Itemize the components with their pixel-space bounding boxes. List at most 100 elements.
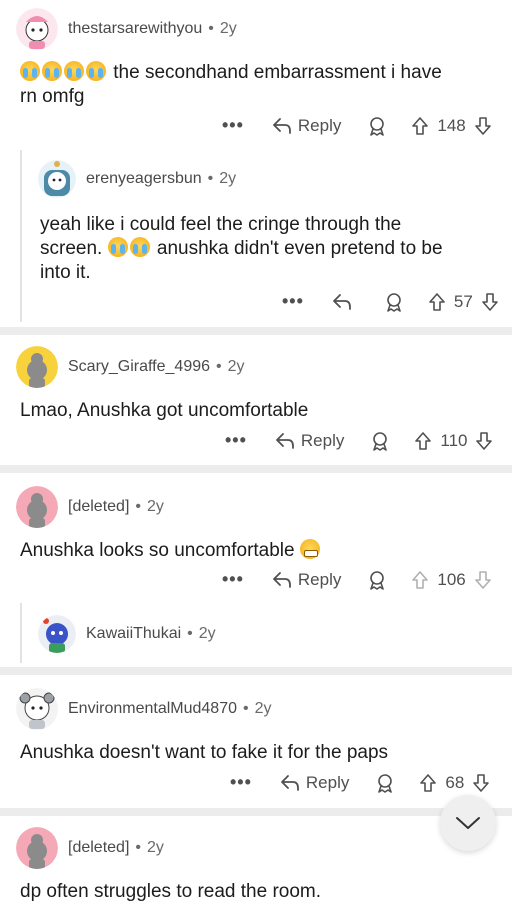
downvote-icon[interactable] (474, 570, 492, 590)
comment-body: yeah like i could feel the cringe throug… (40, 213, 500, 285)
reply-label: Reply (300, 430, 345, 450)
timestamp: 2y (147, 498, 164, 515)
award-icon (378, 773, 393, 793)
comment-header[interactable]: KawaiiThukai • 2y (38, 615, 216, 653)
more-options-button[interactable]: ••• (230, 772, 252, 793)
more-options-button[interactable]: ••• (222, 569, 244, 590)
avatar[interactable] (38, 160, 76, 198)
award-button[interactable] (370, 431, 390, 451)
vote-count: 57 (453, 291, 473, 311)
thread-separator (0, 667, 512, 675)
scroll-next-button[interactable] (440, 795, 496, 851)
avatar[interactable] (16, 486, 58, 528)
username[interactable]: EnvironmentalMud4870 (68, 700, 237, 718)
vote-control: 57 (428, 292, 499, 312)
username[interactable]: Scary_Giraffe_4996 (68, 358, 210, 376)
separator-dot: • (216, 358, 222, 375)
crying-emoji-icon (129, 237, 150, 257)
upvote-icon[interactable] (411, 570, 429, 590)
comment-text: anushka didn't even pretend to be (156, 238, 443, 259)
crying-emoji-icon (42, 61, 62, 81)
comment-text: into it. (40, 262, 91, 283)
grimace-emoji-icon (299, 539, 320, 559)
comment-actions: ••• Reply 148 (222, 115, 492, 136)
separator-dot: • (207, 170, 214, 187)
timestamp: 2y (147, 839, 164, 856)
separator-dot: • (208, 20, 214, 37)
downvote-icon[interactable] (475, 431, 493, 451)
more-options-button[interactable]: ••• (225, 430, 247, 451)
crying-emoji-icon (86, 61, 106, 81)
thread-line[interactable] (20, 603, 22, 663)
comment-text: yeah like i could feel the cringe throug… (40, 214, 402, 235)
downvote-icon[interactable] (474, 116, 492, 136)
award-icon (373, 431, 388, 451)
comment-body: Anushka looks so uncomfortable (20, 539, 500, 563)
username[interactable]: thestarsarewithyou (68, 20, 202, 38)
comment-text: Lmao, Anushka got uncomfortable (20, 400, 309, 421)
vote-control: 106 (411, 570, 491, 590)
crying-emoji-icon (107, 237, 128, 257)
reply-label: Reply (305, 772, 350, 792)
chevron-down-icon (456, 817, 480, 829)
reply-button[interactable]: Reply (272, 570, 341, 590)
avatar[interactable] (16, 8, 58, 50)
timestamp: 2y (198, 625, 216, 642)
avatar[interactable] (16, 346, 58, 388)
comment-header: erenyeagersbun • 2y (38, 160, 236, 198)
downvote-icon[interactable] (481, 292, 499, 312)
upvote-icon[interactable] (411, 116, 429, 136)
vote-count: 148 (437, 115, 466, 135)
avatar[interactable] (38, 615, 76, 653)
downvote-icon[interactable] (472, 773, 490, 793)
separator-dot: • (135, 498, 141, 515)
comment-header: EnvironmentalMud4870 • 2y (16, 688, 272, 730)
more-options-button[interactable]: ••• (282, 291, 304, 312)
reply-button[interactable]: Reply (280, 773, 349, 793)
crying-emoji-icon (64, 61, 84, 81)
award-icon (370, 116, 385, 136)
vote-control: 68 (419, 773, 490, 793)
reply-label: Reply (297, 569, 342, 589)
vote-count: 106 (437, 569, 466, 589)
reply-button[interactable]: Reply (275, 431, 344, 451)
timestamp: 2y (227, 358, 245, 375)
thread-separator (0, 327, 512, 335)
upvote-icon[interactable] (414, 431, 432, 451)
reply-button[interactable] (332, 293, 358, 311)
award-button[interactable] (367, 116, 387, 136)
reply-label: Reply (297, 115, 342, 135)
comment-text: Anushka looks so uncomfortable (20, 540, 295, 561)
comment-text: dp often struggles to read the room. (20, 881, 322, 902)
timestamp: 2y (219, 170, 237, 187)
reply-arrow-icon (333, 293, 351, 310)
username[interactable]: KawaiiThukai (86, 625, 181, 643)
upvote-icon[interactable] (419, 773, 437, 793)
comment-header: [deleted] • 2y (16, 827, 164, 869)
reply-button[interactable]: Reply (272, 116, 341, 136)
username[interactable]: [deleted] (68, 498, 129, 516)
avatar[interactable] (16, 688, 58, 730)
thread-separator (0, 808, 512, 816)
upvote-icon[interactable] (428, 292, 446, 312)
award-icon (387, 292, 401, 312)
reply-arrow-icon (273, 571, 291, 588)
reply-arrow-icon (276, 432, 294, 449)
award-button[interactable] (367, 570, 387, 590)
comment-text: Anushka doesn't want to fake it for the … (20, 742, 389, 763)
vote-count: 110 (440, 430, 468, 450)
comment-text: rn omfg (20, 86, 85, 107)
comment-body: dp often struggles to read the room. (20, 880, 500, 904)
more-options-button[interactable]: ••• (222, 115, 244, 136)
vote-control: 148 (411, 116, 491, 136)
vote-count: 68 (445, 772, 465, 792)
award-button[interactable] (375, 773, 395, 793)
crying-emoji-icon (20, 61, 40, 81)
avatar[interactable] (16, 827, 58, 869)
username[interactable]: [deleted] (68, 839, 129, 857)
thread-separator (0, 465, 512, 473)
vote-control: 110 (414, 431, 493, 451)
username[interactable]: erenyeagersbun (86, 170, 202, 188)
thread-line[interactable] (20, 150, 22, 322)
award-button[interactable] (384, 292, 404, 312)
